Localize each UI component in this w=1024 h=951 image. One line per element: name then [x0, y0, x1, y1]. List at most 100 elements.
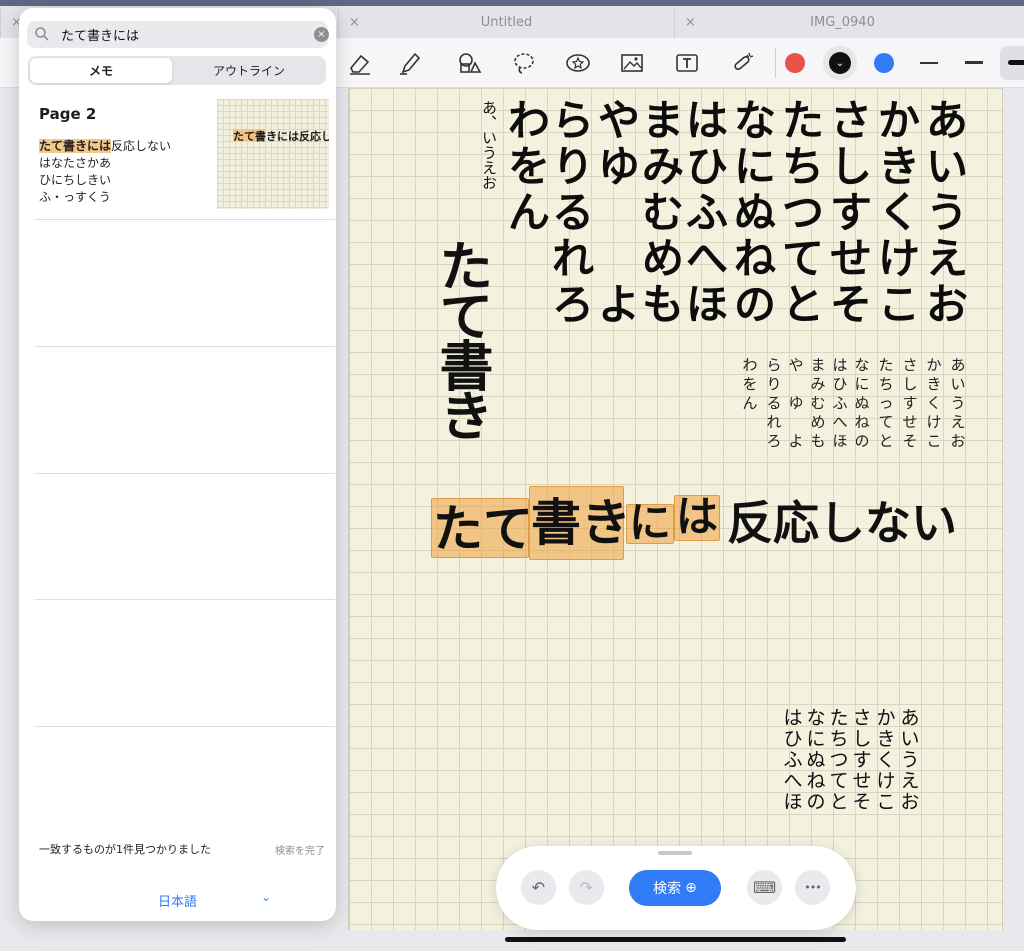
handwritten-char: ね	[806, 770, 826, 792]
image-icon[interactable]	[616, 47, 648, 79]
stroke-medium-option[interactable]	[965, 61, 983, 64]
handwritten-char: り	[766, 375, 782, 393]
window-top-strip	[0, 0, 1024, 6]
handwritten-char: と	[878, 432, 894, 450]
chevron-down-icon: ⌄	[829, 52, 851, 74]
handwritten-word: たて	[433, 500, 533, 558]
handwritten-char: お	[900, 791, 920, 813]
clear-search-icon[interactable]: ×	[314, 27, 329, 42]
search-field[interactable]: ×	[27, 21, 329, 48]
sticker-icon[interactable]	[562, 47, 594, 79]
handwritten-char: そ	[829, 280, 872, 329]
color-black-swatch-selected[interactable]: ⌄	[823, 46, 857, 80]
search-input[interactable]	[61, 25, 301, 44]
undo-icon[interactable]: ↶	[521, 870, 556, 905]
laser-pointer-icon[interactable]	[726, 47, 758, 79]
tab-label: Untitled	[480, 15, 533, 30]
handwritten-char: は	[783, 707, 803, 729]
handwritten-char: か	[926, 356, 942, 374]
tab-untitled[interactable]: × Untitled	[338, 8, 674, 38]
handwritten-char: ま	[810, 356, 826, 374]
small-handwritten-column: かきくけこ	[923, 356, 945, 451]
handwritten-char: う	[925, 188, 968, 237]
result-count-text: 一致するものが1件見つかりました	[39, 843, 211, 856]
highlighter-icon[interactable]	[394, 47, 426, 79]
handwritten-char: て	[878, 413, 894, 431]
handwritten-char: も	[641, 280, 684, 329]
handwritten-char: ほ	[685, 280, 728, 329]
small-handwritten-column: あいうえお	[947, 356, 969, 451]
handwritten-char: ふ	[783, 749, 803, 771]
handwritten-char: ゆ	[788, 394, 804, 412]
handwritten-column: はひふへほ	[683, 98, 731, 328]
handwritten-char: ふ	[685, 188, 728, 237]
handwritten-char: た	[829, 707, 849, 729]
redo-icon[interactable]: ↷	[569, 870, 604, 905]
find-button[interactable]: 検索 ⊕	[629, 870, 721, 906]
color-blue-swatch[interactable]	[874, 53, 894, 73]
stroke-thick-option-selected[interactable]	[1000, 46, 1024, 80]
handwritten-char: ろ	[551, 280, 594, 329]
view-segmented-control: メモ アウトライン	[28, 56, 326, 85]
page-thumbnail: たて書きには反応し	[217, 99, 329, 209]
handwritten-char: の	[854, 432, 870, 450]
handwritten-char	[595, 190, 643, 236]
list-divider	[35, 726, 335, 727]
handwritten-char: く	[876, 749, 896, 771]
lasso-icon[interactable]	[508, 47, 540, 79]
handwritten-char: ぬ	[854, 394, 870, 412]
handwritten-char: す	[829, 188, 872, 237]
textbox-icon[interactable]	[671, 47, 703, 79]
floating-search-bar: ↶ ↷ 検索 ⊕ ⌨ •••	[496, 846, 856, 930]
small-handwritten-column: たちってと	[875, 356, 897, 451]
handwritten-char: き	[877, 142, 920, 191]
search-popover: × メモ アウトライン Page 2 たて書きには反応しない はなたさかあ ひに…	[19, 8, 336, 921]
shapes-icon[interactable]	[453, 47, 485, 79]
eraser-icon[interactable]	[344, 47, 376, 79]
handwritten-char: ろ	[766, 432, 782, 450]
chevron-down-icon[interactable]: ⌄	[261, 890, 271, 904]
handwritten-char: と	[781, 280, 824, 329]
mid-handwritten-column: たちつてと	[827, 708, 851, 813]
keyboard-icon[interactable]: ⌨	[747, 870, 782, 905]
note-page-canvas[interactable]: あいうえお かきくけこ さしすせそ たちつてと なにぬねの はひふへほ まみむめ…	[348, 88, 1003, 930]
match-highlight: たて書きには	[39, 139, 112, 153]
handwritten-char	[595, 236, 643, 282]
handwritten-char: こ	[877, 280, 920, 329]
handwritten-char: ふ	[832, 394, 848, 412]
handwritten-char: よ	[597, 280, 640, 329]
finish-search-button[interactable]: 検索を完了	[275, 842, 325, 857]
handwritten-char: め	[641, 234, 684, 283]
handwritten-char: の	[733, 280, 776, 329]
color-red-swatch[interactable]	[785, 53, 805, 73]
list-divider	[35, 473, 335, 474]
tab-outline[interactable]: アウトライン	[174, 58, 324, 83]
handwritten-char: し	[852, 728, 872, 750]
handwritten-char: せ	[852, 770, 872, 792]
language-selector[interactable]: 日本語	[158, 891, 197, 910]
small-handwritten-column: さしすせそ	[899, 356, 921, 451]
handwritten-char: は	[685, 96, 728, 145]
handwritten-char: や	[597, 96, 640, 145]
handwritten-char: け	[876, 770, 896, 792]
handwritten-char: せ	[829, 234, 872, 283]
drag-handle[interactable]	[658, 851, 692, 855]
handwritten-char: ら	[766, 356, 782, 374]
handwritten-char: あ	[900, 707, 920, 729]
more-icon[interactable]: •••	[795, 870, 830, 905]
handwritten-char: も	[810, 432, 826, 450]
handwritten-char: く	[877, 188, 920, 237]
mid-handwritten-column: あいうえお	[898, 708, 922, 813]
stroke-thin-option[interactable]	[920, 62, 938, 64]
tab-img0940[interactable]: × IMG_0940	[674, 8, 1010, 38]
handwritten-char: ち	[781, 142, 824, 191]
handwritten-char: す	[852, 749, 872, 771]
handwritten-char: ん	[742, 394, 758, 412]
handwritten-char: こ	[876, 791, 896, 813]
tab-memo[interactable]: メモ	[30, 58, 172, 83]
small-handwritten-column: らりるれろ	[763, 356, 785, 451]
search-result-item[interactable]: Page 2 たて書きには反応しない はなたさかあ ひにちしきい ふ・っすくう …	[19, 94, 336, 220]
handwritten-char: え	[950, 413, 966, 431]
small-handwritten-column: なにぬねの	[851, 356, 873, 451]
handwritten-char: つ	[781, 188, 824, 237]
